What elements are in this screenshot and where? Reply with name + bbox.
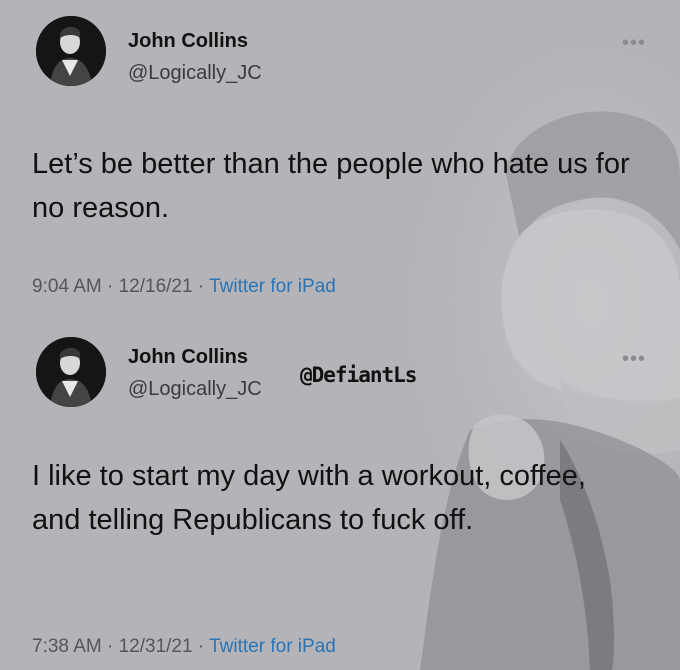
tweet-source-link[interactable]: Twitter for iPad: [209, 636, 336, 657]
more-options-icon[interactable]: •••: [622, 349, 646, 369]
separator: ·: [192, 636, 210, 657]
avatar-image: [36, 16, 106, 86]
separator: ·: [101, 276, 119, 297]
watermark: @DefiantLs: [300, 363, 417, 387]
tweet-source-link[interactable]: Twitter for iPad: [209, 276, 336, 297]
avatar[interactable]: [36, 337, 106, 407]
avatar-image: [36, 337, 106, 407]
tweet-time: 7:38 AM: [32, 636, 102, 657]
tweet-text: Let’s be better than the people who hate…: [32, 148, 630, 224]
author-handle[interactable]: @Logically_JC: [128, 378, 262, 401]
author-handle[interactable]: @Logically_JC: [128, 62, 262, 85]
tweet-meta: 7:38 AM · 12/31/21 · Twitter for iPad: [32, 636, 336, 658]
separator: ·: [192, 276, 210, 297]
tweet-text: I like to start my day with a workout, c…: [32, 460, 586, 536]
author-name[interactable]: John Collins: [128, 346, 248, 369]
separator: ·: [101, 636, 119, 657]
tweet-time: 9:04 AM: [32, 276, 102, 297]
tweet-1[interactable]: John Collins @Logically_JC ••• Let’s be …: [0, 0, 680, 320]
tweet-date: 12/31/21: [118, 636, 193, 657]
more-options-icon[interactable]: •••: [622, 33, 646, 53]
tweet-date: 12/16/21: [118, 276, 193, 297]
author-name[interactable]: John Collins: [128, 30, 248, 53]
tweet-meta: 9:04 AM · 12/16/21 · Twitter for iPad: [32, 276, 336, 298]
avatar[interactable]: [36, 16, 106, 86]
